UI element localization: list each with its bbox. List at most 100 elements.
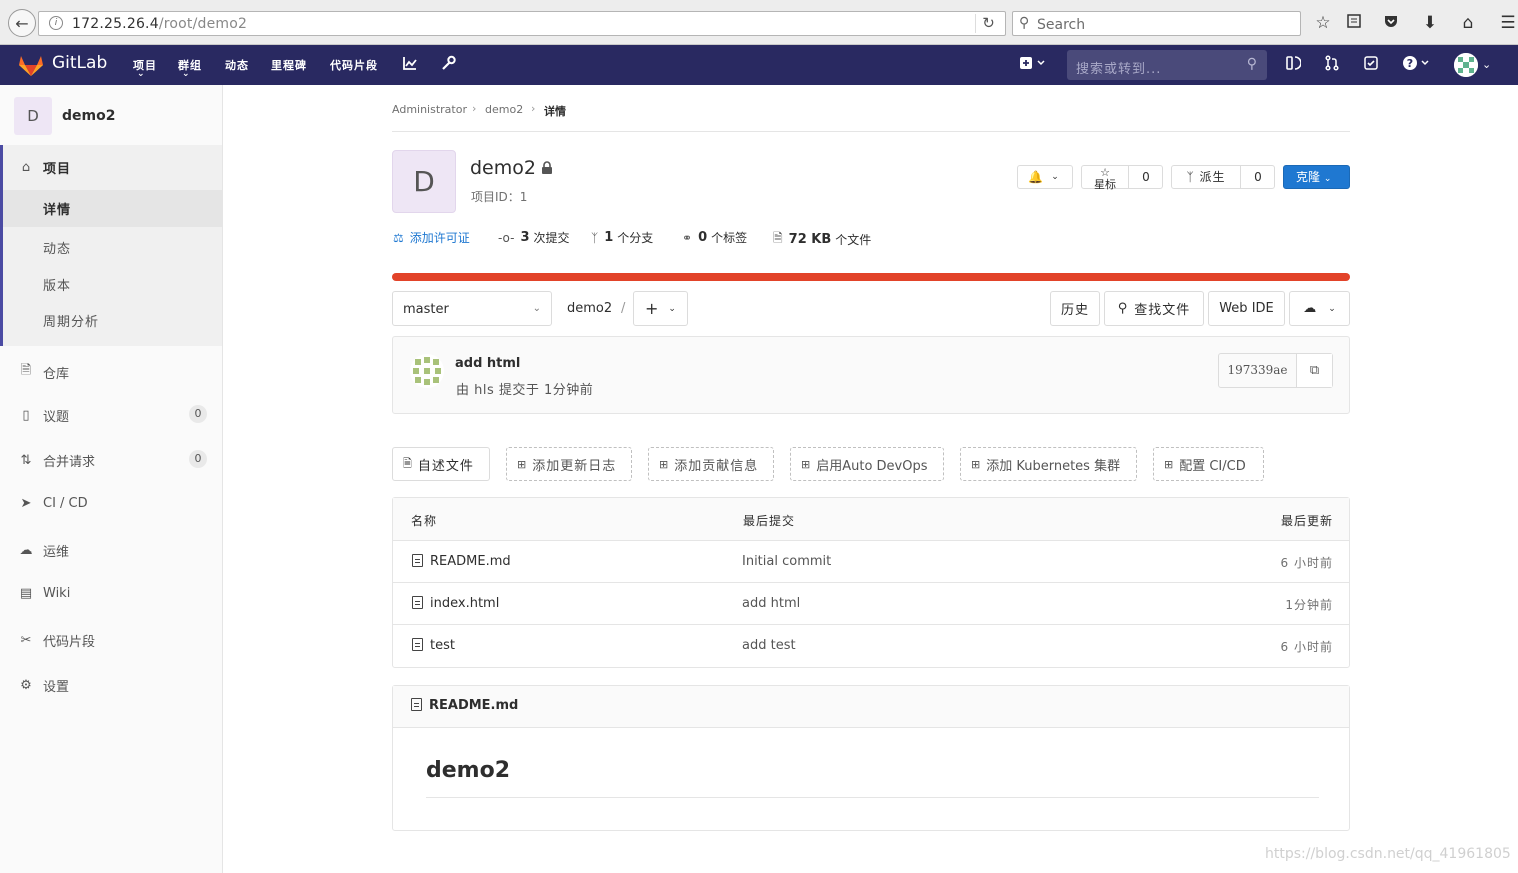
download-icon[interactable]: ⬇: [1419, 13, 1441, 33]
copy-icon[interactable]: ⧉: [1297, 354, 1332, 387]
sidebar-project-name: demo2: [62, 108, 116, 124]
clone-button[interactable]: 克隆 ⌄: [1283, 165, 1350, 189]
nav-activity[interactable]: 动态: [225, 57, 249, 73]
reload-icon[interactable]: ↻: [975, 14, 1001, 33]
setup-ci-cd-button[interactable]: ⊞ 配置 CI/CD: [1153, 447, 1264, 481]
new-plus-icon[interactable]: [1019, 55, 1047, 75]
readme-button[interactable]: 🗎 自述文件: [392, 447, 490, 481]
enable-auto-devops-button[interactable]: ⊞ 启用Auto DevOps: [790, 447, 944, 481]
sidebar-item-ci-cd[interactable]: ➤ CI / CD: [18, 496, 88, 511]
path-root-link[interactable]: demo2: [567, 301, 612, 316]
user-avatar[interactable]: [1454, 53, 1478, 77]
chevron-down-icon[interactable]: ⌄: [1482, 58, 1491, 71]
sidebar-item-repository[interactable]: 🗎 仓库: [18, 361, 69, 383]
divider: [426, 797, 1319, 798]
nav-milestones[interactable]: 里程碑: [271, 57, 307, 73]
nav-projects[interactable]: 项目 ⌄: [133, 57, 157, 79]
find-file-button[interactable]: ⚲ 查找文件: [1104, 291, 1204, 326]
sidebar-item-settings[interactable]: ⚙ 设置: [18, 676, 69, 695]
tags-stat[interactable]: ⚭ 0 个标签: [682, 229, 747, 246]
file-icon: [412, 554, 423, 567]
sidebar-item-merge-requests[interactable]: ⇅ 合并请求: [18, 451, 95, 470]
add-license-link[interactable]: ⚖ 添加许可证: [393, 229, 470, 246]
add-contribution-button[interactable]: ⊞ 添加贡献信息: [648, 447, 774, 481]
merge-requests-icon[interactable]: [1324, 55, 1340, 75]
sidebar-item-operations[interactable]: ☁ 运维: [18, 541, 70, 560]
menu-icon[interactable]: ☰: [1497, 13, 1518, 33]
commits-stat[interactable]: -o- 3 次提交: [498, 229, 570, 246]
bookmark-star-icon[interactable]: ☆: [1312, 13, 1334, 33]
chart-icon[interactable]: [402, 55, 418, 75]
files-size-stat[interactable]: 🗎 72 KB 个文件: [773, 229, 871, 250]
commit-sha-button[interactable]: 197339ae: [1219, 354, 1297, 387]
plus-square-icon: ⊞: [1164, 457, 1174, 471]
sidebar-item-issues[interactable]: ▯ 议题: [18, 406, 69, 425]
project-sidebar: D demo2 ⌂ 项目 详情 动态 版本 周期分析 🗎 仓库 ▯ 议题 0 ⇅…: [0, 85, 223, 873]
file-updated: 6 小时前: [1280, 640, 1333, 654]
sidebar-item-snippets[interactable]: ✂ 代码片段: [18, 631, 95, 650]
sidebar-project-header[interactable]: D demo2: [14, 97, 115, 135]
nav-groups[interactable]: 群组 ⌄: [178, 57, 202, 79]
issues-icon[interactable]: [1285, 55, 1302, 75]
add-changelog-button[interactable]: ⊞ 添加更新日志: [506, 447, 632, 481]
add-file-dropdown[interactable]: + ⌄: [633, 291, 688, 326]
info-icon[interactable]: i: [49, 16, 63, 30]
sidebar-item-label: CI / CD: [43, 496, 88, 511]
todo-icon[interactable]: [1363, 55, 1379, 75]
branch-select[interactable]: master ⌄: [392, 291, 552, 326]
back-arrow-icon[interactable]: ←: [8, 9, 36, 37]
commit-author-avatar[interactable]: [410, 354, 444, 388]
plus-square-icon: ⊞: [971, 457, 981, 471]
gitlab-brand[interactable]: GitLab: [52, 53, 107, 73]
table-row[interactable]: test add test 6 小时前: [393, 625, 1349, 667]
add-kubernetes-button[interactable]: ⊞ 添加 Kubernetes 集群: [960, 447, 1137, 481]
history-button[interactable]: 历史: [1050, 291, 1100, 326]
sidebar-item-label: 合并请求: [43, 455, 96, 470]
readme-file-link[interactable]: README.md: [411, 698, 518, 713]
sidebar-item-releases[interactable]: 版本: [43, 275, 71, 294]
address-bar[interactable]: i 172.25.26.4/root/demo2 ↻: [38, 11, 1006, 36]
table-row[interactable]: index.html add html 1分钟前: [393, 583, 1349, 625]
download-dropdown[interactable]: ☁ ⌄: [1289, 291, 1350, 326]
sidebar-item-project[interactable]: ⌂ 项目: [18, 158, 71, 177]
file-commit-link[interactable]: add html: [742, 596, 800, 611]
table-row[interactable]: README.md Initial commit 6 小时前: [393, 541, 1349, 583]
sidebar-item-details[interactable]: 详情: [43, 199, 71, 218]
fork-button[interactable]: ᛉ 派生 0: [1171, 165, 1275, 189]
breadcrumb-chevron-icon: ›: [531, 102, 536, 115]
path-separator: /: [621, 301, 626, 316]
reading-list-icon[interactable]: [1343, 13, 1365, 34]
help-icon[interactable]: ?: [1402, 55, 1434, 75]
sidebar-item-activity[interactable]: 动态: [43, 238, 71, 257]
column-last-update: 最后更新: [1280, 514, 1333, 528]
browser-search-input[interactable]: ⚲ Search: [1012, 11, 1301, 36]
header-search-input[interactable]: 搜索或转到... ⚲: [1067, 50, 1267, 80]
sidebar-item-wiki[interactable]: ▤ Wiki: [18, 586, 70, 601]
column-name: 名称: [411, 514, 438, 528]
branches-stat[interactable]: ᛉ 1 个分支: [591, 229, 653, 246]
nav-snippets[interactable]: 代码片段: [330, 57, 378, 73]
file-name-link[interactable]: index.html: [412, 596, 499, 611]
web-ide-button[interactable]: Web IDE: [1208, 291, 1285, 326]
file-updated: 6 小时前: [1280, 556, 1333, 570]
merge-requests-count-badge: 0: [189, 450, 207, 468]
sidebar-item-label: Wiki: [43, 586, 71, 601]
sidebar-item-cycle-analytics[interactable]: 周期分析: [43, 311, 99, 330]
pocket-icon[interactable]: [1380, 13, 1402, 34]
file-commit-link[interactable]: add test: [742, 638, 796, 653]
bell-icon: 🔔: [1028, 170, 1043, 184]
commit-title[interactable]: add html: [455, 356, 520, 371]
notification-dropdown[interactable]: 🔔 ⌄: [1017, 165, 1073, 189]
wrench-icon[interactable]: [441, 55, 456, 75]
chevron-down-icon: ⌄: [668, 303, 676, 314]
breadcrumb-project[interactable]: demo2: [485, 103, 523, 116]
file-name-link[interactable]: README.md: [412, 554, 511, 569]
file-updated: 1分钟前: [1285, 598, 1333, 612]
file-commit-link[interactable]: Initial commit: [742, 554, 831, 569]
star-button[interactable]: ☆ 星标 0: [1081, 165, 1163, 191]
breadcrumb-administrator[interactable]: Administrator: [392, 103, 467, 116]
sidebar-item-label: 设置: [43, 680, 70, 695]
home-icon[interactable]: ⌂: [1457, 13, 1479, 33]
gitlab-logo-icon[interactable]: [18, 53, 44, 77]
file-name-link[interactable]: test: [412, 638, 455, 653]
